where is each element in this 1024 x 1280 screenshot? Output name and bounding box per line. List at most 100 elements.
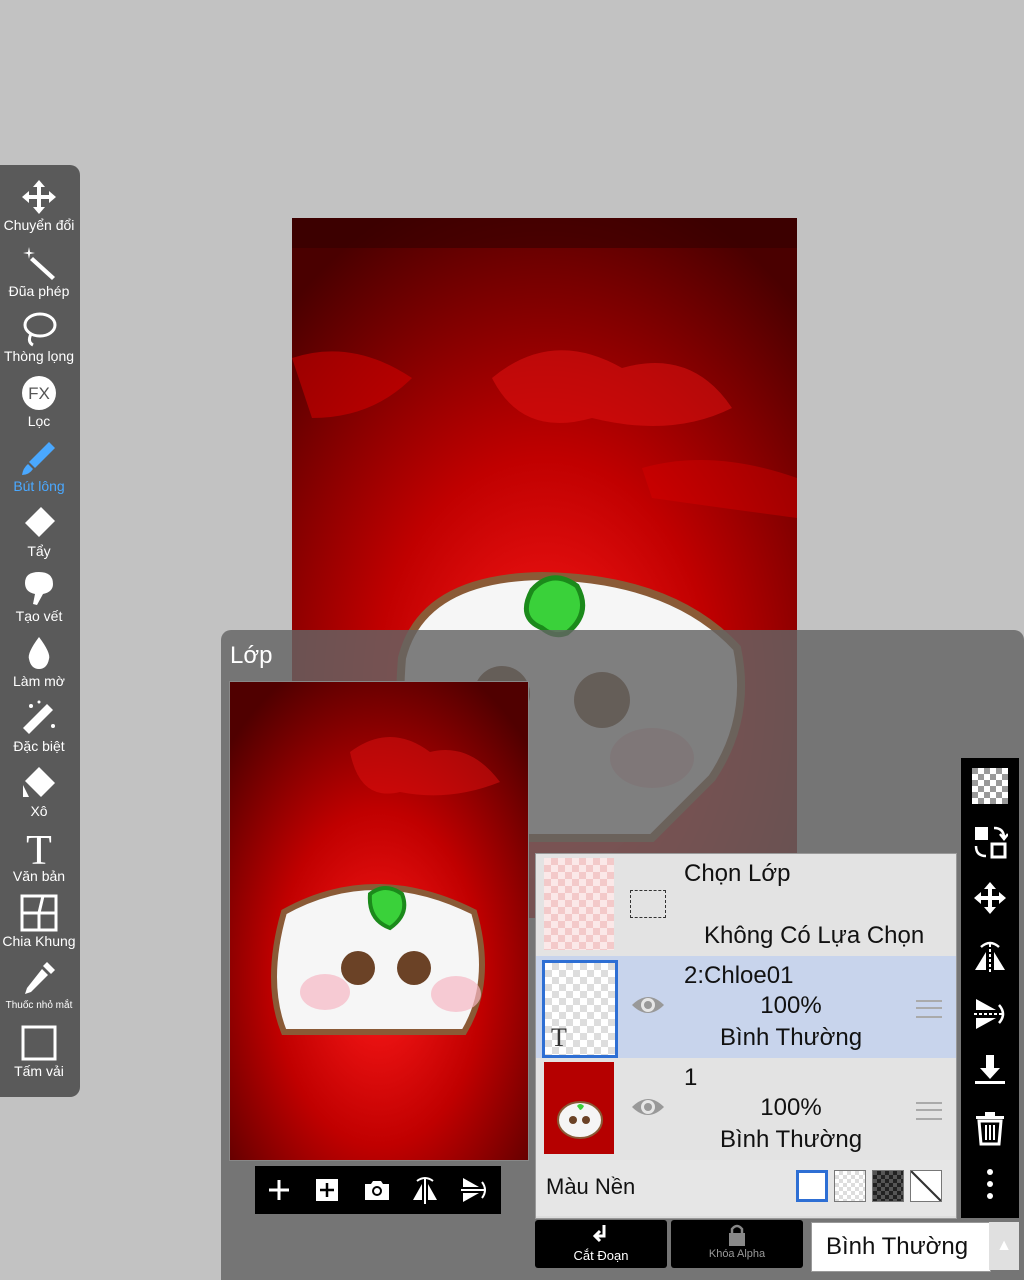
blend-mode-arrow-icon[interactable]: ▲ — [989, 1222, 1019, 1270]
move-arrows-icon — [974, 882, 1006, 914]
panel-title: Lớp — [230, 642, 273, 669]
flip-horizontal-icon — [975, 941, 1005, 972]
tool-label: Thuốc nhỏ mắt — [5, 1000, 73, 1011]
tool-transform[interactable]: Chuyển đổi — [0, 177, 78, 241]
magic-wand-icon — [23, 247, 55, 280]
tool-label: Làm mờ — [13, 673, 65, 689]
layer-action-bar — [255, 1166, 501, 1214]
tool-label: Văn bản — [12, 868, 66, 884]
checker-icon — [972, 768, 1008, 804]
delete-layer-button[interactable] — [972, 1110, 1008, 1146]
tool-filter[interactable]: FX Lọc — [0, 373, 78, 437]
visibility-eye-icon[interactable] — [630, 1092, 666, 1122]
more-vertical-icon — [987, 1169, 993, 1199]
flip-vertical-button[interactable] — [972, 996, 1008, 1032]
layer-blend-mode: Bình Thường — [719, 1126, 863, 1153]
tool-label: Tấm vải — [14, 1063, 64, 1079]
blend-mode-value: Bình Thường — [826, 1233, 969, 1260]
flip-vertical-icon — [974, 999, 1005, 1029]
tool-eraser[interactable]: Tẩy — [0, 503, 78, 567]
smudge-icon — [25, 572, 53, 605]
drag-handle-icon[interactable] — [916, 1102, 942, 1120]
tool-label: Bút lông — [13, 478, 65, 494]
merge-down-button[interactable] — [972, 1052, 1008, 1088]
bg-dark-checker-swatch[interactable] — [872, 1170, 904, 1202]
tool-brush[interactable]: Bút lông — [0, 438, 78, 502]
special-wand-icon — [23, 700, 55, 734]
drag-handle-icon[interactable] — [916, 1000, 942, 1018]
more-options-button[interactable] — [972, 1166, 1008, 1202]
tool-eyedropper[interactable]: Thuốc nhỏ mắt — [0, 958, 78, 1022]
tool-label: Thòng lọng — [3, 348, 75, 364]
move-arrows-icon — [22, 180, 56, 214]
preview-artwork — [230, 682, 528, 1160]
tool-label: Xô — [30, 803, 48, 819]
swap-icon — [974, 826, 1008, 859]
move-layer-button[interactable] — [972, 880, 1008, 916]
frame-divide-icon — [20, 894, 58, 932]
camera-icon — [365, 1181, 389, 1200]
layer-opacity: 100% — [760, 1094, 822, 1121]
lock-icon — [729, 1224, 745, 1246]
layer-row[interactable]: 1 100% Bình Thường — [536, 1058, 956, 1161]
tool-text[interactable]: T Văn bản — [0, 828, 78, 892]
blend-mode-select[interactable]: Bình Thường — [811, 1222, 991, 1272]
bg-white-swatch[interactable] — [796, 1170, 828, 1202]
layer-tools-strip — [961, 758, 1019, 1218]
canvas-icon — [21, 1025, 57, 1061]
tool-sidebar: Chuyển đổi Đũa phép Thòng lọng FX Lọc Bú… — [0, 165, 80, 1097]
background-label: Màu Nền — [546, 1174, 636, 1199]
flip-vertical-button[interactable] — [457, 1174, 489, 1206]
transparency-toggle-button[interactable] — [972, 768, 1008, 804]
layer-thumbnail — [544, 1062, 614, 1154]
layer-thumbnail-art — [544, 1062, 614, 1154]
tool-bucket[interactable]: Xô — [0, 763, 78, 827]
bucket-icon — [23, 767, 55, 797]
tool-smudge[interactable]: Tạo vết — [0, 568, 78, 632]
tool-special[interactable]: Đặc biệt — [0, 698, 78, 762]
swap-layer-button[interactable] — [972, 824, 1008, 860]
alpha-lock-button[interactable]: Khóa Alpha — [671, 1220, 803, 1268]
clip-button[interactable]: Cắt Đoạn — [535, 1220, 667, 1268]
selection-thumbnail — [544, 858, 614, 950]
background-color-row: Màu Nền — [536, 1160, 956, 1216]
flip-horizontal-button[interactable] — [972, 938, 1008, 974]
layer-name: 2:Chloe01 — [684, 962, 794, 989]
tool-label: Tạo vết — [15, 608, 63, 624]
layer-preview — [229, 681, 529, 1161]
plus-icon — [269, 1180, 289, 1200]
blur-drop-icon — [28, 637, 50, 669]
tool-magic-wand[interactable]: Đũa phép — [0, 243, 78, 307]
layer-blend-mode: Bình Thường — [719, 1024, 863, 1051]
text-layer-icon: T — [551, 1023, 567, 1052]
layer-opacity: 100% — [760, 992, 822, 1019]
clip-arrow-icon — [592, 1225, 606, 1243]
text-icon: T — [26, 828, 52, 868]
brush-icon — [22, 442, 55, 475]
layer-thumbnail: T — [542, 960, 618, 1058]
trash-icon — [976, 1112, 1004, 1146]
camera-layer-button[interactable] — [361, 1174, 393, 1206]
tool-blur[interactable]: Làm mờ — [0, 633, 78, 697]
add-box-layer-button[interactable] — [311, 1174, 343, 1206]
svg-text:FX: FX — [28, 384, 50, 403]
flip-vertical-icon — [461, 1178, 486, 1202]
tool-lasso[interactable]: Thòng lọng — [0, 308, 78, 372]
selection-status: Không Có Lựa Chọn — [704, 922, 925, 949]
bg-none-swatch[interactable] — [910, 1170, 942, 1202]
bg-light-checker-swatch[interactable] — [834, 1170, 866, 1202]
layer-row[interactable]: T 2:Chloe01 100% Bình Thường — [536, 956, 956, 1059]
tool-label: Tẩy — [27, 543, 51, 559]
download-arrow-icon — [975, 1055, 1005, 1084]
eraser-icon — [25, 507, 55, 537]
tool-label: Chuyển đổi — [3, 217, 75, 233]
clip-label: Cắt Đoạn — [573, 1248, 629, 1263]
tool-frame-divider[interactable]: Chia Khung — [0, 893, 78, 957]
svg-text:T: T — [26, 828, 52, 868]
add-layer-button[interactable] — [263, 1174, 295, 1206]
selection-layer-row[interactable]: Chọn Lớp Không Có Lựa Chọn — [536, 854, 956, 957]
flip-horizontal-button[interactable] — [409, 1174, 441, 1206]
alpha-lock-label: Khóa Alpha — [708, 1248, 766, 1260]
visibility-eye-icon[interactable] — [630, 990, 666, 1020]
tool-canvas[interactable]: Tấm vải — [0, 1023, 78, 1087]
